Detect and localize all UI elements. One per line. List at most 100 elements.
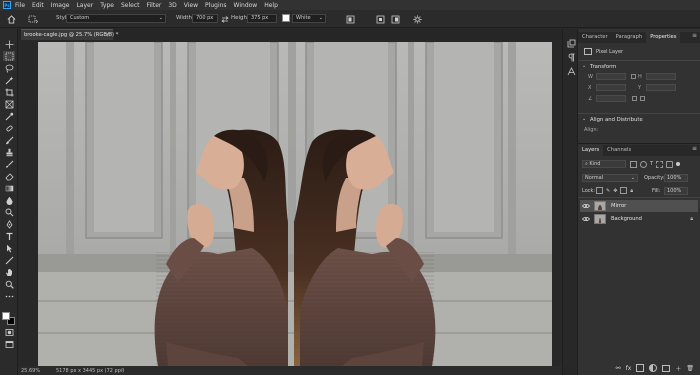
gradient-tool-icon[interactable] (3, 183, 15, 193)
add-mask-icon[interactable] (636, 364, 645, 372)
transform-x-field[interactable] (596, 84, 626, 91)
chevron-down-icon[interactable]: ⌄ (582, 116, 586, 122)
tab-character[interactable]: Character (578, 32, 612, 43)
filter-smart-object-icon[interactable] (666, 160, 674, 168)
brush-tool-icon[interactable] (3, 135, 15, 145)
delete-layer-icon[interactable]: 🗑︎ (686, 365, 694, 372)
clone-stamp-tool-icon[interactable] (3, 147, 15, 157)
blend-mode-select[interactable]: Normal ⌄ (582, 174, 638, 182)
lock-all-icon[interactable]: 🔒︎ (630, 188, 633, 194)
new-layer-icon[interactable]: ＋ (675, 364, 681, 373)
menu-window[interactable]: Window (234, 2, 258, 9)
hand-tool-icon[interactable] (3, 267, 15, 277)
transform-y-field[interactable] (646, 84, 676, 91)
eye-icon[interactable] (582, 202, 590, 210)
menu-select[interactable]: Select (121, 2, 140, 9)
lock-image-icon[interactable]: ✎ (606, 188, 610, 194)
home-icon[interactable] (6, 14, 16, 24)
width-field[interactable]: 700 px (192, 14, 218, 23)
crop-tool-icon[interactable] (3, 87, 15, 97)
transform-w-field[interactable] (596, 73, 626, 80)
filter-pixel-icon[interactable] (630, 160, 637, 168)
pen-tool-icon[interactable] (3, 219, 15, 229)
gear-icon[interactable] (412, 14, 422, 24)
move-tool-icon[interactable] (3, 39, 15, 49)
character-icon[interactable] (566, 67, 576, 76)
quick-mask-icon[interactable] (3, 327, 15, 337)
chevron-right-icon[interactable]: › (122, 367, 124, 373)
filter-shape-icon[interactable] (656, 160, 664, 168)
align-center-icon[interactable] (375, 14, 385, 24)
screen-mode-icon[interactable] (3, 339, 15, 349)
layer-filter-select[interactable]: ⌕ Kind (582, 160, 626, 168)
lock-transparent-icon[interactable] (596, 187, 603, 194)
layer-row-mirror[interactable]: Mirror (580, 200, 698, 212)
layer-style-icon[interactable]: fx (626, 365, 632, 372)
color-select[interactable]: White ⌄ (292, 14, 326, 23)
magic-wand-tool-icon[interactable] (3, 75, 15, 85)
fill-field[interactable]: 100% (664, 187, 688, 195)
document-canvas[interactable] (38, 42, 552, 366)
align-left-icon[interactable] (345, 14, 355, 24)
frame-tool-icon[interactable] (3, 99, 15, 109)
flip-horizontal-icon[interactable] (632, 96, 637, 101)
lock-icon[interactable]: 🔒︎ (690, 216, 693, 222)
adjustment-layer-icon[interactable] (649, 364, 658, 372)
more-tools-icon[interactable] (3, 291, 15, 301)
menu-plugins[interactable]: Plugins (205, 2, 227, 9)
menu-image[interactable]: Image (51, 2, 70, 9)
dodge-tool-icon[interactable] (3, 207, 15, 217)
menu-layer[interactable]: Layer (76, 2, 93, 9)
zoom-tool-icon[interactable] (3, 279, 15, 289)
line-tool-icon[interactable] (3, 255, 15, 265)
panel-menu-icon[interactable]: ≡ (692, 32, 697, 39)
filter-toggle-icon[interactable] (676, 162, 681, 166)
opacity-field[interactable]: 100% (664, 174, 688, 182)
tab-channels[interactable]: Channels (603, 145, 635, 156)
eraser-tool-icon[interactable] (3, 171, 15, 181)
tab-paragraph[interactable]: Paragraph (612, 32, 647, 43)
tab-layers[interactable]: Layers (578, 145, 604, 156)
menu-3d[interactable]: 3D (168, 2, 176, 9)
type-tool-icon[interactable] (3, 231, 15, 241)
panel-menu-icon[interactable]: ≡ (692, 145, 697, 152)
menu-filter[interactable]: Filter (147, 2, 162, 9)
tab-properties[interactable]: Properties (646, 32, 681, 43)
menu-help[interactable]: Help (264, 2, 278, 9)
lock-position-icon[interactable]: ✥ (613, 188, 617, 194)
menu-edit[interactable]: Edit (32, 2, 44, 9)
history-brush-icon[interactable] (3, 159, 15, 169)
layer-row-background[interactable]: Background 🔒︎ (580, 213, 698, 225)
flip-vertical-icon[interactable] (640, 96, 645, 101)
marquee-tool-preset-icon[interactable] (28, 14, 38, 24)
zoom-level[interactable]: 25.69% (21, 368, 40, 374)
eyedropper-tool-icon[interactable] (3, 111, 15, 121)
transform-angle-field[interactable] (596, 95, 626, 102)
link-icon[interactable] (631, 74, 636, 79)
spot-healing-brush-icon[interactable] (3, 123, 15, 133)
lasso-tool-icon[interactable] (3, 63, 15, 73)
chevron-down-icon[interactable]: ⌄ (582, 63, 586, 69)
menu-type[interactable]: Type (100, 2, 114, 9)
height-field[interactable]: 375 px (247, 14, 277, 23)
transform-h-field[interactable] (646, 73, 676, 80)
align-right-icon[interactable] (390, 14, 400, 24)
style-select[interactable]: Custom ⌄ (66, 14, 166, 23)
artboard-lock-icon[interactable] (620, 187, 628, 194)
color-swatch[interactable] (282, 14, 290, 22)
close-icon[interactable]: × (106, 30, 110, 40)
swap-icon[interactable] (220, 14, 230, 24)
filter-adjustment-icon[interactable] (640, 160, 647, 168)
filter-type-icon[interactable]: T (650, 161, 653, 167)
history-icon[interactable] (566, 39, 576, 48)
eye-icon[interactable] (582, 215, 590, 223)
link-layers-icon[interactable]: ⚯ (616, 365, 621, 372)
new-group-icon[interactable] (662, 364, 671, 372)
menu-view[interactable]: View (184, 2, 198, 9)
document-tab[interactable]: brooke-cagle.jpg @ 25.7% (RGB/8) * × (21, 29, 118, 40)
paragraph-icon[interactable] (566, 53, 576, 62)
rectangular-marquee-tool-icon[interactable] (3, 51, 15, 61)
path-selection-tool-icon[interactable] (3, 243, 15, 253)
menu-file[interactable]: File (15, 2, 25, 9)
foreground-color-swatch[interactable] (2, 312, 10, 320)
